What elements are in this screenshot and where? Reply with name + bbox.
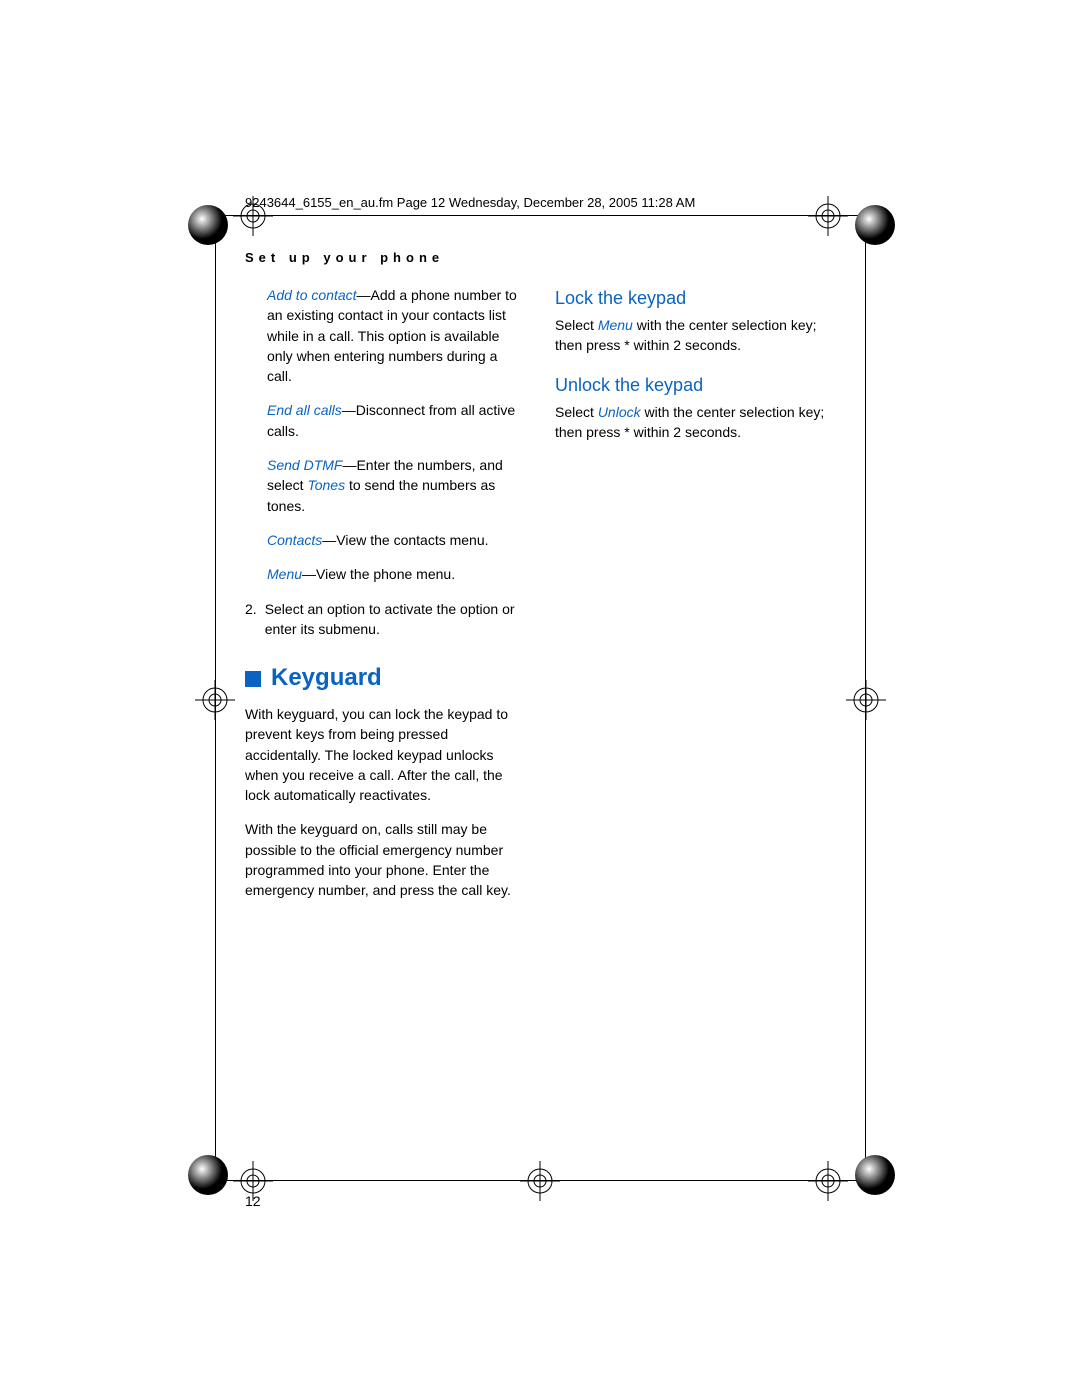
- content-columns: Add to contact—Add a phone number to an …: [245, 285, 935, 915]
- file-info-line: 9243644_6155_en_au.fm Page 12 Wednesday,…: [245, 195, 935, 210]
- paragraph: With the keyguard on, calls still may be…: [245, 819, 525, 900]
- right-column: Lock the keypad Select Menu with the cen…: [555, 285, 835, 915]
- term: Unlock: [598, 404, 641, 420]
- body-text: Select: [555, 404, 598, 420]
- paragraph: With keyguard, you can lock the keypad t…: [245, 704, 525, 805]
- term: Menu: [267, 566, 302, 582]
- paragraph: Add to contact—Add a phone number to an …: [245, 285, 525, 386]
- term: Add to contact: [267, 287, 357, 303]
- paragraph: Select Menu with the center selection ke…: [555, 315, 835, 356]
- page-number: 12: [245, 1193, 261, 1209]
- term: Tones: [307, 477, 345, 493]
- term: End all calls: [267, 402, 342, 418]
- page-content: 9243644_6155_en_au.fm Page 12 Wednesday,…: [145, 195, 935, 1195]
- term: Contacts: [267, 532, 322, 548]
- section-header: Set up your phone: [245, 250, 935, 265]
- list-number: 2.: [245, 599, 257, 640]
- keyguard-heading: Keyguard: [245, 661, 525, 696]
- body-text: —View the phone menu.: [302, 566, 455, 582]
- paragraph: End all calls—Disconnect from all active…: [245, 400, 525, 441]
- term: Send DTMF: [267, 457, 342, 473]
- term: Menu: [598, 317, 633, 333]
- body-text: —View the contacts menu.: [322, 532, 488, 548]
- square-bullet-icon: [245, 671, 261, 687]
- list-text: Select an option to activate the option …: [265, 599, 525, 640]
- subheading: Unlock the keypad: [555, 372, 835, 398]
- numbered-list-item: 2. Select an option to activate the opti…: [245, 599, 525, 640]
- subheading: Lock the keypad: [555, 285, 835, 311]
- paragraph: Send DTMF—Enter the numbers, and select …: [245, 455, 525, 516]
- heading-text: Keyguard: [271, 661, 382, 696]
- paragraph: Select Unlock with the center selection …: [555, 402, 835, 443]
- body-text: Select: [555, 317, 598, 333]
- paragraph: Menu—View the phone menu.: [245, 564, 525, 584]
- left-column: Add to contact—Add a phone number to an …: [245, 285, 525, 915]
- paragraph: Contacts—View the contacts menu.: [245, 530, 525, 550]
